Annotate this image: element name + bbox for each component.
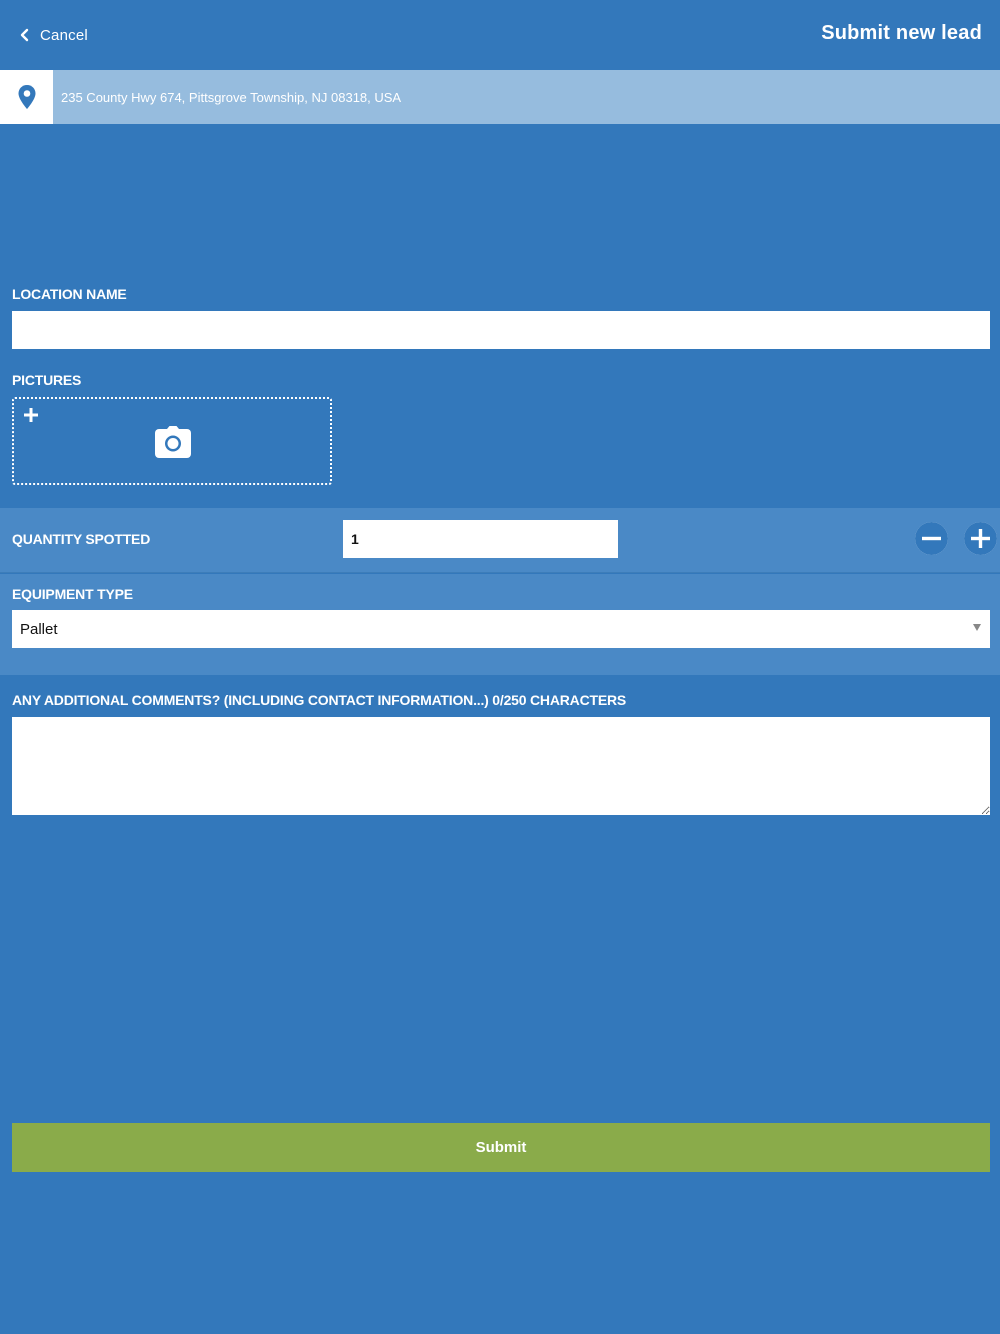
cancel-button[interactable]: Cancel (18, 24, 88, 46)
camera-icon (155, 426, 191, 458)
comments-textarea[interactable] (12, 717, 990, 815)
add-picture-button[interactable] (12, 397, 332, 485)
equipment-type-select[interactable]: Pallet (12, 610, 990, 648)
submit-lead-screen: Cancel Submit new lead 235 County Hwy 67… (0, 0, 1000, 1334)
minus-icon (915, 522, 948, 555)
quantity-label: QUANTITY SPOTTED (12, 531, 151, 547)
address-text: 235 County Hwy 674, Pittsgrove Township,… (61, 89, 402, 105)
map-pin-icon (18, 85, 35, 109)
location-name-label: LOCATION NAME (12, 286, 127, 302)
cancel-label: Cancel (40, 26, 88, 44)
decrement-button[interactable] (915, 522, 948, 555)
location-button[interactable] (0, 70, 53, 124)
header: Cancel Submit new lead (0, 0, 1000, 70)
equipment-section: EQUIPMENT TYPE Pallet (0, 574, 1000, 675)
plus-icon (24, 408, 38, 422)
submit-button[interactable]: Submit (12, 1123, 990, 1172)
equipment-type-value: Pallet (20, 620, 58, 638)
equipment-type-label: EQUIPMENT TYPE (12, 586, 133, 602)
plus-icon (964, 522, 997, 555)
location-name-input[interactable] (12, 311, 990, 349)
chevron-left-icon (20, 28, 29, 42)
pictures-label: PICTURES (12, 372, 82, 388)
dropdown-arrow-icon (973, 624, 981, 631)
increment-button[interactable] (964, 522, 997, 555)
page-title: Submit new lead (821, 22, 982, 44)
address-bar[interactable]: 235 County Hwy 674, Pittsgrove Township,… (0, 70, 1000, 124)
comments-label: ANY ADDITIONAL COMMENTS? (INCLUDING CONT… (12, 692, 627, 708)
quantity-section: QUANTITY SPOTTED (0, 508, 1000, 573)
quantity-input[interactable] (343, 520, 618, 558)
